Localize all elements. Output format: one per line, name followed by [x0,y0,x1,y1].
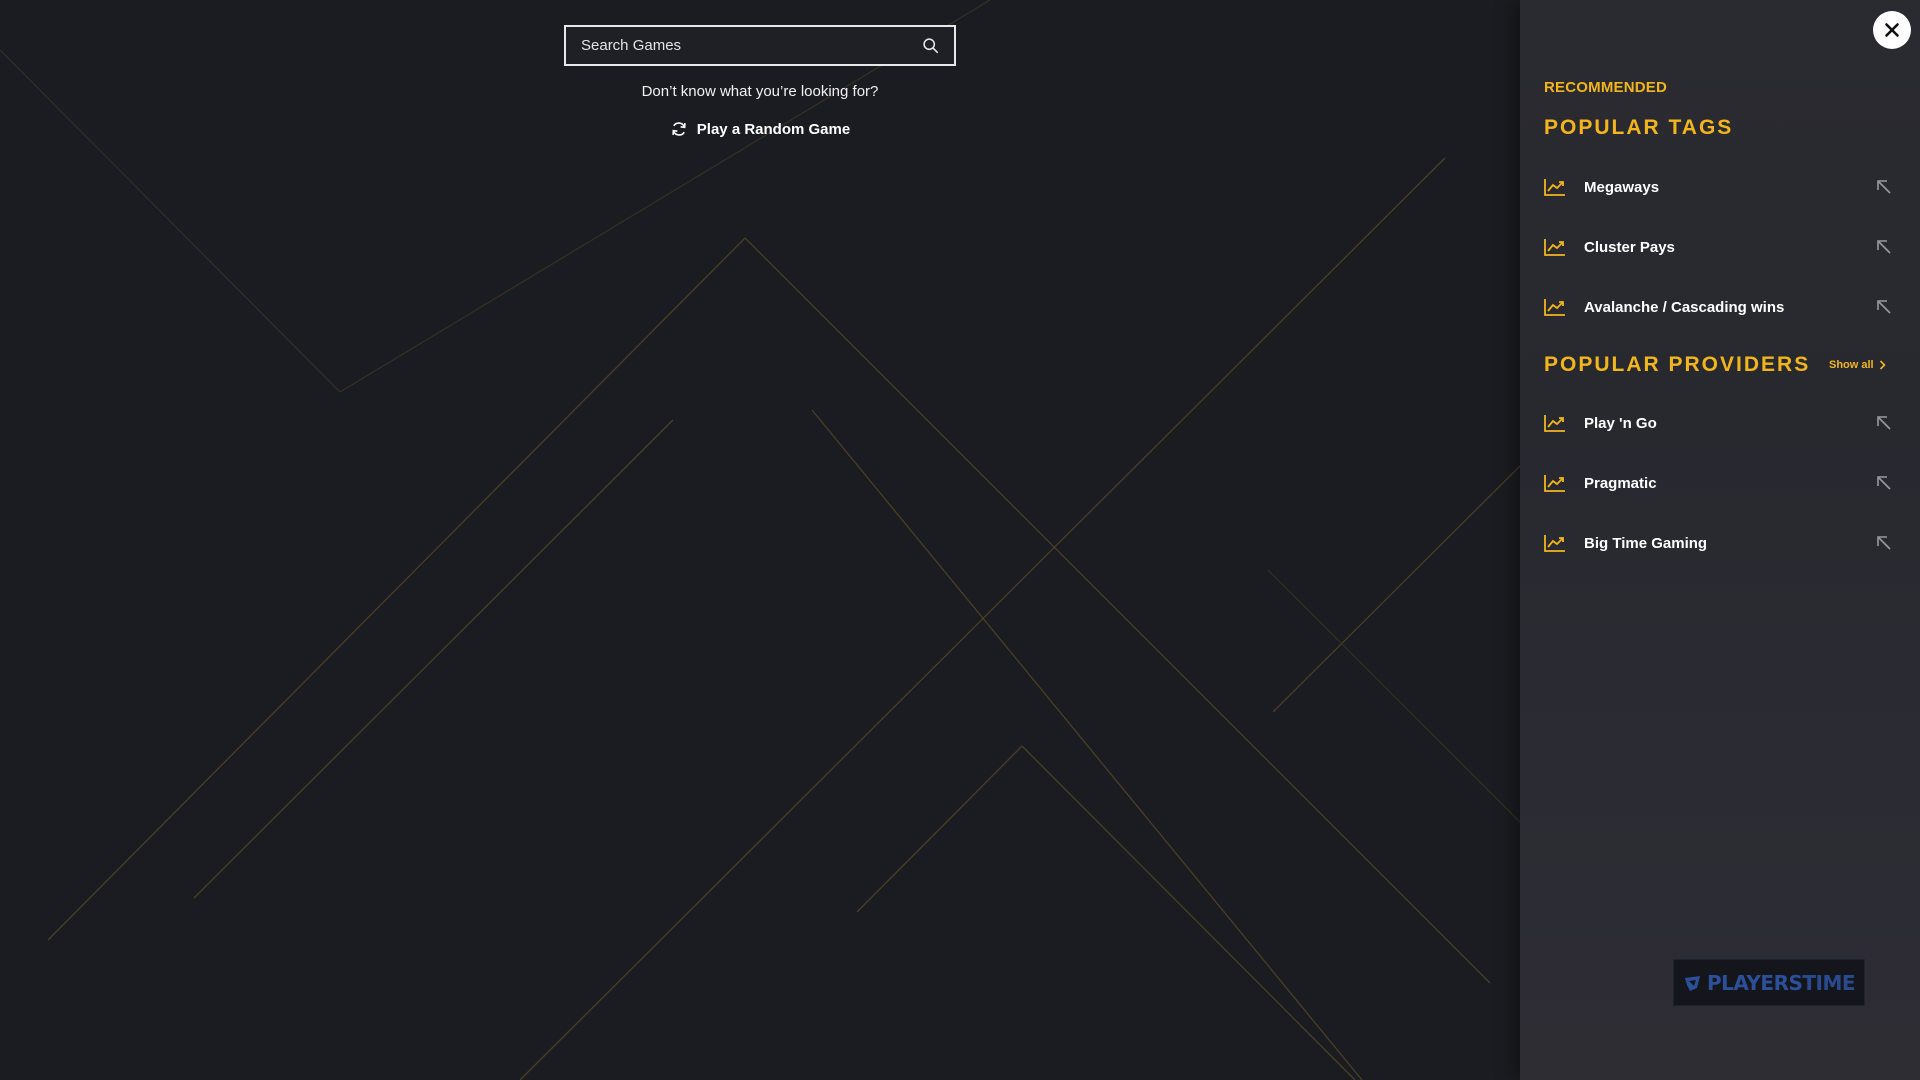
trending-up-icon [1544,298,1566,316]
tag-item-avalanche[interactable]: Avalanche / Cascading wins [1544,292,1892,322]
trending-up-icon [1544,414,1566,432]
provider-item-pragmatic[interactable]: Pragmatic [1544,468,1892,498]
logo-text-time: TIME [1802,970,1856,995]
arrow-up-left-icon [1876,179,1892,195]
show-all-providers-link[interactable]: Show all [1829,359,1886,371]
provider-item-big-time-gaming[interactable]: Big Time Gaming [1544,528,1892,558]
play-random-game-label: Play a Random Game [696,120,851,138]
recommended-label: RECOMMENDED [1544,79,1668,96]
logo-mark-icon [1683,974,1703,992]
refresh-icon [670,120,688,138]
provider-item-label: Pragmatic [1584,474,1657,492]
provider-item-label: Big Time Gaming [1584,534,1708,552]
background-lines [0,0,1520,1080]
search-input[interactable] [566,27,920,64]
tag-item-megaways[interactable]: Megaways [1544,172,1892,202]
tag-item-label: Avalanche / Cascading wins [1584,298,1785,316]
playerstime-logo: PLAYERS TIME [1673,959,1865,1006]
show-all-label: Show all [1829,359,1874,371]
page: Don’t know what you’re looking for? Play… [0,0,1920,1080]
chevron-right-icon [1879,360,1886,370]
arrow-up-left-icon [1876,299,1892,315]
popular-tags-title: POPULAR TAGS [1544,116,1734,139]
arrow-up-left-icon [1876,415,1892,431]
trending-up-icon [1544,238,1566,256]
search-box[interactable] [564,25,956,66]
tag-item-label: Cluster Pays [1584,238,1675,256]
tag-item-cluster-pays[interactable]: Cluster Pays [1544,232,1892,262]
close-icon [1884,22,1900,38]
search-icon[interactable] [920,36,940,56]
popular-providers-title: POPULAR PROVIDERS [1544,353,1811,376]
provider-item-play-n-go[interactable]: Play 'n Go [1544,408,1892,438]
arrow-up-left-icon [1876,475,1892,491]
arrow-up-left-icon [1876,239,1892,255]
play-random-game-button[interactable]: Play a Random Game [560,120,960,138]
search-hint: Don’t know what you’re looking for? [641,83,879,100]
logo-text-players: PLAYERS [1706,970,1803,995]
trending-up-icon [1544,474,1566,492]
arrow-up-left-icon [1876,535,1892,551]
tag-item-label: Megaways [1584,178,1660,196]
trending-up-icon [1544,534,1566,552]
trending-up-icon [1544,178,1566,196]
provider-item-label: Play 'n Go [1584,414,1657,432]
close-panel-button[interactable] [1873,11,1911,49]
